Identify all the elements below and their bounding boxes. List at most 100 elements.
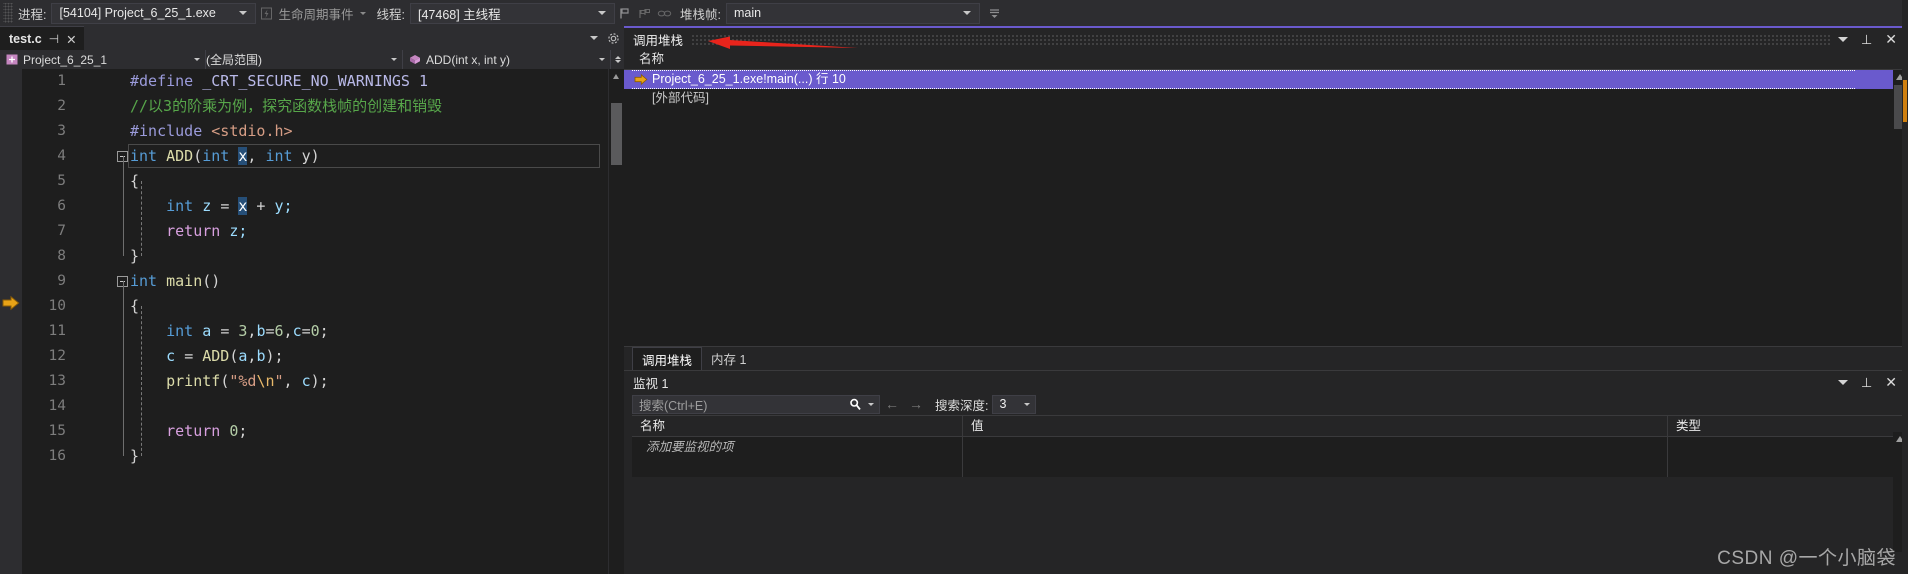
navbar-scope-dropdown[interactable]: (全局范围) — [206, 50, 403, 69]
code-line[interactable]: 3 #include <stdio.h> — [0, 119, 624, 144]
code-line[interactable]: 14 — [0, 394, 624, 419]
code-line[interactable]: 10 { — [0, 294, 624, 319]
close-icon[interactable]: ✕ — [66, 32, 76, 47]
flag-icon[interactable] — [616, 4, 634, 22]
call-stack-panel: 调用堆栈 ⊥ ✕ 名称 语言 Project_6_25_1.exe!main(.… — [624, 26, 1908, 370]
call-stack-header-name[interactable]: 名称 — [632, 50, 1908, 69]
code-line[interactable]: 7 return z; — [0, 219, 624, 244]
call-stack-row-external[interactable]: [外部代码] — [624, 89, 1908, 108]
watch-panel: 监视 1 ⊥ ✕ 搜索(Ctrl+E) ← → 搜索深度: 3 名称 值 类型 … — [624, 370, 1908, 574]
pin-icon[interactable]: ⊣ — [49, 32, 59, 46]
code-line[interactable]: 13 printf("%d\n", c); — [0, 369, 624, 394]
search-magnifier-icon[interactable] — [849, 398, 862, 411]
watch-add-item-placeholder: 添加要监视的项 — [646, 440, 734, 454]
titlebar-drag-area[interactable] — [691, 34, 1830, 46]
gear-icon[interactable] — [607, 32, 620, 45]
code-line[interactable]: 1 #define _CRT_SECURE_NO_WARNINGS 1 — [0, 69, 624, 94]
code-line[interactable]: 16} — [0, 444, 624, 469]
watch-titlebar: 监视 1 ⊥ ✕ — [624, 370, 1908, 393]
process-combobox[interactable]: [54104] Project_6_25_1.exe — [51, 2, 257, 24]
global-vertical-scrollbar[interactable] — [1902, 0, 1908, 574]
chevron-down-icon — [962, 11, 971, 15]
chevron-down-icon[interactable] — [868, 402, 874, 406]
scrollbar-thumb[interactable] — [611, 103, 622, 165]
thread-combobox[interactable]: [47468] 主线程 — [409, 2, 615, 24]
tab-memory-1[interactable]: 内存 1 — [702, 347, 755, 370]
lifecycle-events-label[interactable]: 生命周期事件 — [276, 4, 355, 23]
call-stack-frame-name: Project_6_25_1.exe!main(...) 行 10 — [652, 72, 846, 86]
code-line[interactable]: 9 int main() — [0, 269, 624, 294]
search-depth-stepper[interactable]: 3 — [992, 394, 1037, 414]
toolbar-grip-handle[interactable] — [3, 3, 13, 23]
watch-header-name[interactable]: 名称 — [632, 416, 962, 436]
editor-vertical-scrollbar[interactable] — [608, 69, 624, 574]
code-text: int main() — [130, 272, 221, 290]
code-lines-container: 1 #define _CRT_SECURE_NO_WARNINGS 1 2 //以3的… — [0, 69, 624, 469]
code-line[interactable]: 12 c = ADD(a,b); — [0, 344, 624, 369]
navbar-member-dropdown[interactable]: ADD(int x, int y) — [403, 50, 611, 69]
code-text: { — [130, 172, 140, 190]
document-tabstrip: test.c ⊣ ✕ — [0, 26, 624, 51]
split-view-icon[interactable] — [611, 50, 624, 69]
chain-link-icon[interactable] — [656, 4, 674, 22]
pin-icon[interactable]: ⊥ — [1861, 33, 1872, 46]
call-stack-titlebar: 调用堆栈 ⊥ ✕ — [624, 26, 1908, 50]
code-text: } — [130, 447, 140, 465]
call-stack-row-active[interactable]: Project_6_25_1.exe!main(...) 行 10 C — [624, 70, 1908, 89]
line-number: 14 — [48, 398, 66, 414]
code-line[interactable]: 8} — [0, 244, 624, 269]
multiple-flags-icon[interactable] — [636, 4, 654, 22]
watch-header-value[interactable]: 值 — [962, 416, 1667, 436]
navbar-project-dropdown[interactable]: Project_6_25_1 — [0, 50, 206, 69]
code-line[interactable]: 6 int z = x + y; — [0, 194, 624, 219]
chevron-down-icon[interactable] — [1837, 379, 1848, 385]
call-stack-title: 调用堆栈 — [633, 33, 684, 48]
watch-column-headers: 名称 值 类型 — [632, 415, 1908, 437]
watch-window-controls: ⊥ ✕ — [1830, 375, 1908, 389]
code-line[interactable]: 15 return 0; — [0, 419, 624, 444]
close-icon[interactable]: ✕ — [1885, 32, 1897, 46]
lightning-bolt-icon[interactable] — [257, 4, 275, 22]
block-guide-line — [123, 281, 124, 456]
chevron-down-icon[interactable] — [1837, 36, 1848, 42]
code-line[interactable]: 11 int a = 3,b=6,c=0; — [0, 319, 624, 344]
arrow-left-icon[interactable]: ← — [880, 397, 904, 411]
watch-header-type[interactable]: 类型 — [1667, 416, 1900, 436]
code-line[interactable]: 2 //以3的阶乘为例，探究函数栈帧的创建和销毁 — [0, 94, 624, 119]
editor-pane: test.c ⊣ ✕ Project_6_25_1 (全局范围) ADD(int… — [0, 26, 624, 574]
code-editor-surface[interactable]: 1 #define _CRT_SECURE_NO_WARNINGS 1 2 //以3的… — [0, 69, 624, 574]
arrow-right-icon[interactable]: → — [904, 397, 928, 411]
stackframe-label: 堆栈帧: — [679, 7, 721, 22]
call-stack-window-controls: ⊥ ✕ — [1830, 32, 1908, 46]
close-icon[interactable]: ✕ — [1885, 375, 1897, 389]
stackframe-combobox[interactable]: main — [725, 2, 980, 24]
line-number: 9 — [57, 273, 66, 289]
watch-rows: 添加要监视的项 — [632, 437, 1908, 477]
document-tab-test-c[interactable]: test.c ⊣ ✕ — [0, 26, 84, 51]
scrollbar-up-button[interactable] — [609, 69, 624, 84]
block-guide-line — [123, 156, 124, 256]
code-text: #define _CRT_SECURE_NO_WARNINGS 1 — [130, 72, 429, 90]
search-depth-value: 3 — [999, 397, 1007, 411]
code-text: int ADD(int x, int y) — [130, 147, 320, 165]
code-text: int a = 3,b=6,c=0; — [166, 322, 329, 340]
code-line[interactable]: 4 int ADD(int x, int y) — [0, 144, 624, 169]
tab-call-stack[interactable]: 调用堆栈 — [632, 347, 703, 370]
thread-label: 线程: — [376, 7, 405, 22]
lifecycle-chevron-down-icon[interactable] — [359, 11, 366, 15]
call-stack-rows: Project_6_25_1.exe!main(...) 行 10 C [外部代… — [624, 70, 1908, 369]
navbar-scope-label: (全局范围) — [206, 53, 262, 67]
watch-row-empty[interactable] — [632, 457, 1908, 477]
chevron-down-icon[interactable] — [590, 36, 598, 40]
block-guide-line — [141, 181, 142, 256]
watch-row-placeholder[interactable]: 添加要监视的项 — [632, 437, 1908, 457]
line-number: 5 — [57, 173, 66, 189]
toolbar-overflow-icon[interactable] — [986, 4, 1004, 22]
chevron-down-icon — [194, 58, 200, 61]
titlebar-drag-area[interactable] — [676, 377, 1830, 389]
search-input[interactable]: 搜索(Ctrl+E) — [632, 394, 880, 414]
stackframe-value: main — [733, 6, 762, 20]
pin-icon[interactable]: ⊥ — [1861, 376, 1872, 389]
watch-title: 监视 1 — [633, 376, 669, 391]
code-line[interactable]: 5{ — [0, 169, 624, 194]
